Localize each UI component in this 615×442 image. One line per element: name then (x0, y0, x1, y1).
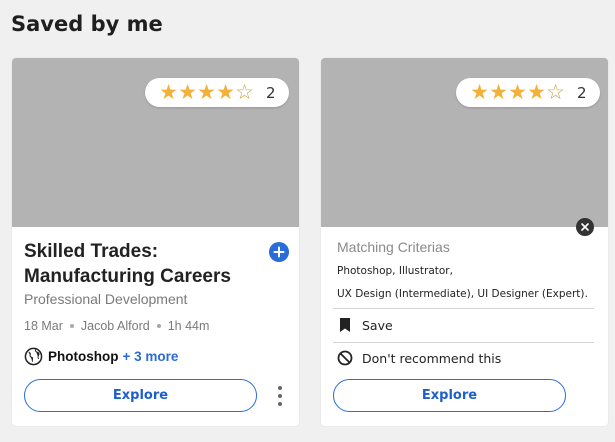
divider (333, 308, 594, 309)
rating-badge: ★ ★ ★ ★ ☆ 2 (145, 78, 289, 107)
explore-button[interactable]: Explore (333, 379, 566, 412)
dont-recommend-label: Don't recommend this (362, 350, 502, 366)
star-icon: ★ (470, 81, 489, 104)
star-icon: ★ (159, 81, 178, 104)
rating-stars: ★ ★ ★ ★ ☆ (159, 82, 254, 103)
rating-stars: ★ ★ ★ ★ ☆ (470, 82, 565, 103)
skills-row: Photoshop + 3 more (24, 347, 178, 366)
star-icon: ★ (508, 81, 527, 104)
course-meta: 18 Mar Jacob Alford 1h 44m (24, 319, 209, 333)
dont-recommend-menu-item[interactable]: Don't recommend this (337, 350, 501, 366)
bookmark-icon (340, 318, 350, 332)
matching-criteria-title: Matching Criterias (337, 239, 450, 255)
rating-badge: ★ ★ ★ ★ ☆ 2 (456, 78, 600, 107)
star-icon: ★ (216, 81, 235, 104)
globe-icon (24, 347, 43, 366)
more-vertical-icon[interactable] (275, 385, 285, 407)
course-title[interactable]: Skilled Trades: Manufacturing Careers (24, 239, 244, 289)
divider (333, 342, 594, 343)
matching-criteria-line: Photoshop, Illustrator, (337, 265, 453, 277)
course-card-options: ★ ★ ★ ★ ☆ 2 Matching Criterias Photoshop… (321, 58, 608, 426)
close-circle-icon[interactable] (576, 218, 594, 236)
star-empty-icon: ☆ (235, 81, 254, 104)
add-circle-icon[interactable] (269, 242, 289, 262)
rating-count: 2 (266, 83, 276, 102)
save-menu-item[interactable]: Save (337, 317, 393, 333)
course-card: ★ ★ ★ ★ ☆ 2 Skilled Trades: Manufacturin… (12, 58, 299, 426)
star-icon: ★ (489, 81, 508, 104)
separator-dot (69, 324, 74, 328)
star-icon: ★ (197, 81, 216, 104)
section-title: Saved by me (11, 12, 163, 36)
rating-count: 2 (577, 83, 587, 102)
separator-dot (156, 324, 161, 328)
star-icon: ★ (178, 81, 197, 104)
course-category: Professional Development (24, 291, 188, 307)
save-label: Save (362, 317, 393, 333)
matching-criteria-line: UX Design (Intermediate), UI Designer (E… (337, 288, 589, 300)
skill-tag: Photoshop (48, 349, 119, 364)
explore-button[interactable]: Explore (24, 379, 257, 412)
course-author: Jacob Alford (80, 319, 150, 333)
course-date: 18 Mar (24, 319, 63, 333)
star-icon: ★ (527, 81, 546, 104)
star-empty-icon: ☆ (546, 81, 565, 104)
more-skills-link[interactable]: + 3 more (123, 349, 179, 364)
block-icon (337, 350, 353, 366)
course-duration: 1h 44m (167, 319, 210, 333)
